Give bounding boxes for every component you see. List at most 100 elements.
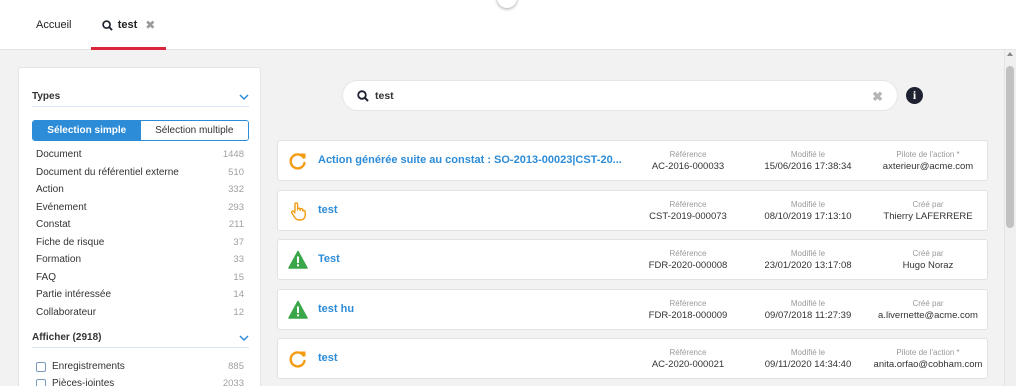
hand-pointer-icon [290, 201, 306, 221]
chevron-down-icon [239, 331, 249, 345]
type-count: 1448 [222, 149, 244, 161]
results-list: Action générée suite au constat : SO-201… [277, 140, 988, 386]
checkbox[interactable] [36, 361, 46, 372]
types-section-header[interactable]: Types [32, 87, 249, 107]
type-item-collaborateur[interactable]: Collaborateur 12 [36, 304, 244, 322]
result-card[interactable]: test hu Référence FDR-2018-000009 Modifié… [277, 288, 988, 330]
modified-column: Modifié le 09/07/2018 11:27:39 [748, 299, 868, 322]
type-item-document-externe[interactable]: Document du référentiel externe 510 [36, 164, 244, 182]
scroll-up-arrow-icon[interactable] [1007, 52, 1013, 56]
modified-label: Modifié le [790, 150, 826, 159]
owner-label: Pilote de l'action * [896, 150, 960, 159]
owner-column: Créé par Hugo Noraz [868, 249, 988, 272]
checkbox[interactable] [36, 378, 46, 386]
owner-column: Créé par Thierry LAFERRERE [868, 200, 988, 223]
modified-value: 09/11/2020 14:34:40 [764, 359, 852, 370]
owner-value: Hugo Noraz [902, 260, 954, 271]
modified-value: 23/01/2020 13:17:08 [764, 260, 852, 271]
reference-label: Référence [669, 199, 707, 209]
reference-value: FDR-2018-000009 [648, 309, 728, 321]
type-item-constat[interactable]: Constat 211 [36, 216, 244, 234]
show-title: Afficher (2918) [32, 332, 102, 343]
result-title[interactable]: Action générée suite au constat : SO-201… [318, 154, 622, 166]
type-item-fiche-de-risque[interactable]: Fiche de risque 37 [36, 234, 244, 252]
scrollbar-thumb[interactable] [1006, 66, 1014, 228]
modified-label: Modifié le [790, 348, 826, 357]
reference-label: Référence [669, 298, 707, 308]
tab-label: Accueil [36, 19, 72, 31]
owner-label: Pilote de l'action * [896, 348, 960, 357]
owner-value: axterieur@acme.com [882, 161, 974, 172]
refresh-icon [289, 351, 306, 368]
owner-column: Pilote de l'action * axterieur@acme.com [868, 150, 988, 173]
show-item-enregistrements[interactable]: Enregistrements 885 [36, 358, 244, 375]
type-item-document[interactable]: Document 1448 [36, 146, 244, 164]
multiple-selection-button[interactable]: Sélection multiple [140, 121, 248, 140]
search-icon [101, 19, 113, 31]
owner-label: Créé par [912, 199, 944, 209]
result-title[interactable]: test [318, 204, 338, 216]
type-count: 211 [228, 219, 244, 231]
type-label: Action [36, 184, 64, 196]
type-item-action[interactable]: Action 332 [36, 181, 244, 199]
tab-accueil[interactable]: Accueil [36, 0, 71, 50]
tab-bar: Accueil test ✖ [0, 0, 1016, 50]
types-title: Types [32, 91, 61, 102]
type-count: 33 [233, 254, 244, 266]
chevron-down-icon [239, 90, 249, 104]
type-label: Document [36, 149, 82, 161]
close-tab-icon[interactable]: ✖ [145, 18, 155, 32]
result-card[interactable]: test Référence CST-2019-000073 Modifié le… [277, 189, 988, 231]
refresh-icon [289, 153, 306, 170]
result-card[interactable]: Test Référence FDR-2020-000008 Modifié le… [277, 239, 988, 280]
type-count: 293 [228, 201, 244, 213]
reference-column: Référence CST-2019-000073 [628, 200, 748, 223]
type-label: Formation [36, 254, 82, 266]
modified-label: Modifié le [790, 199, 826, 209]
reference-value: CST-2019-000073 [649, 210, 727, 222]
type-count: 12 [233, 306, 244, 318]
type-item-formation[interactable]: Formation 33 [36, 251, 244, 269]
modified-column: Modifié le 08/10/2019 17:13:10 [748, 200, 868, 223]
owner-column: Créé par a.livernette@acme.com [868, 299, 988, 322]
type-label: Document du référentiel externe [36, 166, 179, 178]
owner-value: a.livernette@acme.com [878, 309, 978, 321]
reference-value: FDR-2020-000008 [648, 260, 728, 271]
type-item-partie-interessee[interactable]: Partie intéressée 14 [36, 286, 244, 304]
modified-column: Modifié le 23/01/2020 13:17:08 [748, 249, 868, 272]
warning-icon [288, 300, 308, 319]
type-label: Collaborateur [36, 306, 97, 318]
drag-handle[interactable] [497, 0, 517, 8]
result-card[interactable]: test Référence AC-2020-000021 Modifié le 0… [277, 338, 988, 379]
warning-icon [288, 250, 308, 269]
result-title[interactable]: test [318, 352, 338, 364]
owner-label: Créé par [912, 249, 944, 258]
selection-mode-toggle: Sélection simple Sélection multiple [32, 120, 249, 141]
reference-column: Référence FDR-2020-000008 [628, 249, 748, 272]
type-label: Constat [36, 219, 71, 231]
modified-column: Modifié le 15/06/2016 17:38:34 [748, 150, 868, 173]
show-item-pieces-jointes[interactable]: Pièces-jointes 2033 [36, 375, 244, 386]
info-icon[interactable]: i [906, 87, 923, 104]
search-icon [357, 89, 369, 102]
clear-search-icon[interactable]: ✖ [872, 89, 883, 105]
result-title[interactable]: test hu [318, 303, 354, 315]
modified-value: 09/07/2018 11:27:39 [764, 309, 852, 321]
reference-label: Référence [669, 249, 707, 258]
show-count: 2033 [222, 378, 244, 386]
type-item-evenement[interactable]: Evénement 293 [36, 199, 244, 217]
type-count: 510 [228, 166, 244, 178]
type-count: 14 [233, 289, 244, 301]
show-list: Enregistrements 885 Pièces-jointes 2033 [36, 358, 244, 386]
tab-test[interactable]: test ✖ [91, 0, 166, 50]
search-input[interactable] [375, 89, 835, 102]
modified-value: 15/06/2016 17:38:34 [764, 161, 852, 172]
result-title[interactable]: Test [318, 253, 340, 265]
show-label: Enregistrements [52, 361, 125, 372]
show-label: Pièces-jointes [52, 378, 115, 386]
type-item-faq[interactable]: FAQ 15 [36, 269, 244, 287]
result-card[interactable]: Action générée suite au constat : SO-201… [277, 140, 988, 181]
single-selection-button[interactable]: Sélection simple [33, 121, 141, 140]
reference-value: AC-2016-000033 [651, 161, 725, 172]
show-section-header[interactable]: Afficher (2918) [32, 328, 249, 348]
